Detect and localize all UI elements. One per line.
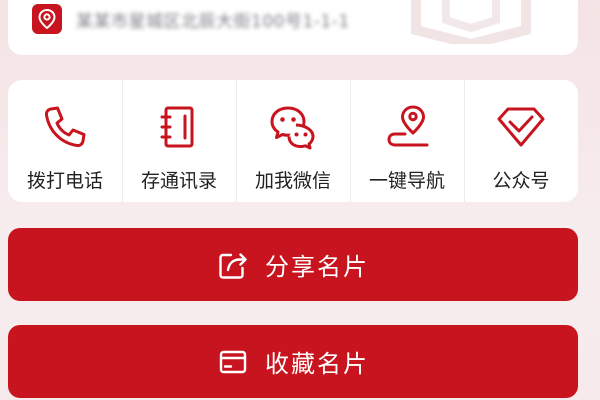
share-icon [217,249,249,281]
navigation-icon [382,102,432,152]
official-account-label: 公众号 [492,170,550,192]
official-account-icon [496,102,546,152]
share-card-button[interactable]: 分享名片 [8,228,578,301]
card-icon [217,346,249,378]
wechat-icon [268,102,318,152]
call-phone-action[interactable]: 拨打电话 [8,80,122,202]
address-book-icon [154,102,204,152]
call-phone-label: 拨打电话 [26,170,103,192]
navigate-action[interactable]: 一键导航 [350,80,464,202]
address-text: 某某市星城区北辰大街100号1-1-1 [76,11,350,32]
official-account-action[interactable]: 公众号 [464,80,578,202]
share-card-label: 分享名片 [265,253,369,281]
add-wechat-action[interactable]: 加我微信 [236,80,350,202]
actions-card: 拨打电话 存通讯录 加我微信 一键导航 公众号 [8,80,578,202]
add-wechat-label: 加我微信 [254,170,331,192]
address-row[interactable]: 某某市星城区北辰大街100号1-1-1 [32,4,350,34]
save-contact-action[interactable]: 存通讯录 [122,80,236,202]
phone-icon [40,102,90,152]
decorative-shape [411,0,531,44]
navigate-label: 一键导航 [368,170,445,192]
collect-card-button[interactable]: 收藏名片 [8,325,578,398]
collect-card-label: 收藏名片 [265,350,369,378]
address-card: 某某市星城区北辰大街100号1-1-1 [8,0,578,55]
save-contact-label: 存通讯录 [140,170,217,192]
location-pin-icon [32,4,62,34]
